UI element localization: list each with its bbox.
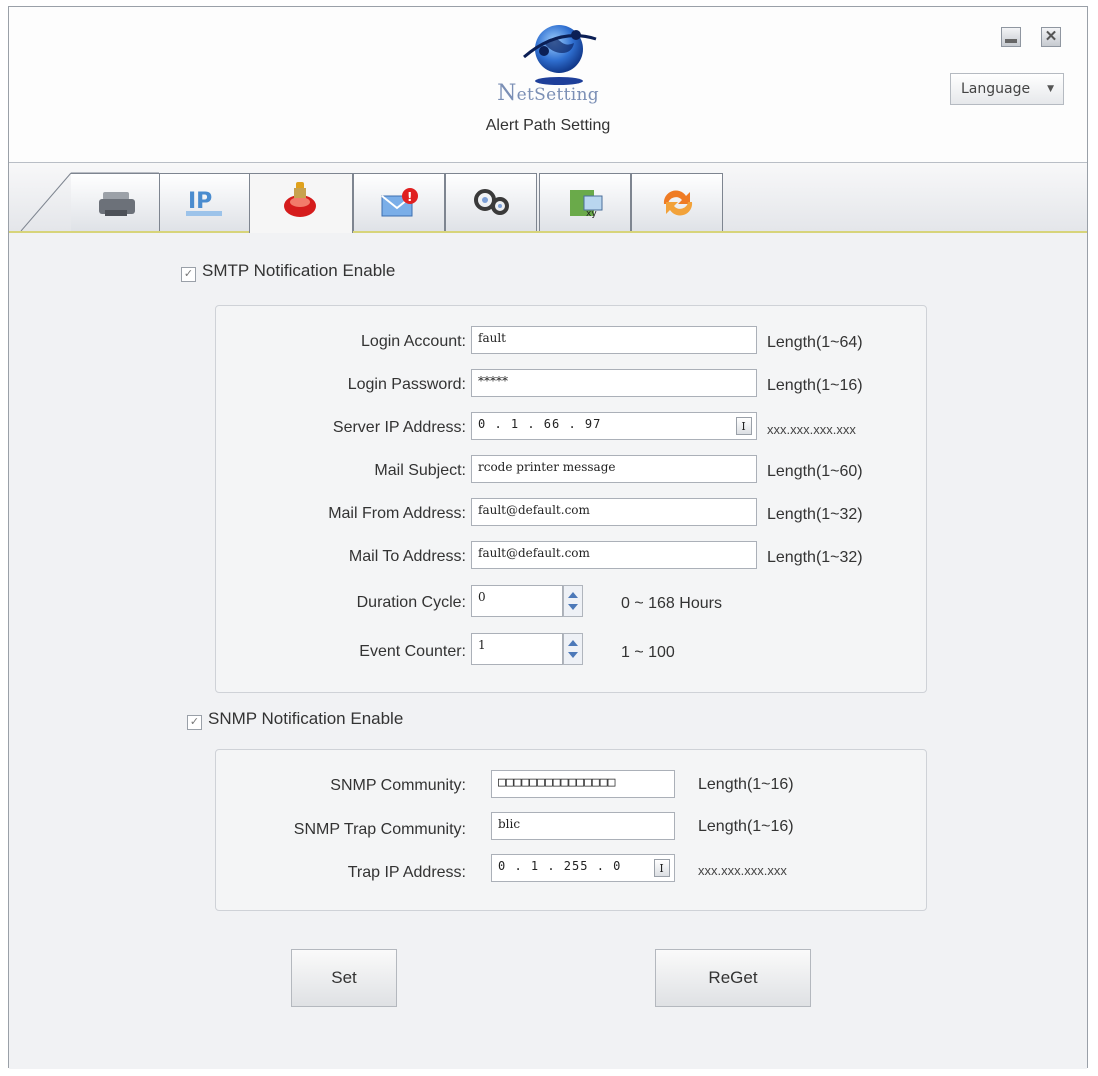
netsetting-logo-icon: [523, 25, 597, 85]
refresh-icon: [663, 190, 693, 216]
tab-mail-alert[interactable]: !: [353, 173, 445, 231]
mail-subject-input[interactable]: rcode printer message: [471, 455, 757, 483]
tab-strip: IP ! xy: [9, 163, 1087, 233]
login-password-label: Login Password:: [347, 376, 466, 393]
login-account-input[interactable]: fault: [471, 326, 757, 354]
mail-subject-row: Mail Subject:: [216, 455, 466, 485]
server-ip-input[interactable]: 0 . 1 . 66 . 97 I: [471, 412, 757, 440]
svg-text:xy: xy: [586, 209, 597, 219]
snmp-enable-row[interactable]: ✓ SNMP Notification Enable: [187, 709, 403, 730]
brand-name: NetSetting: [497, 81, 599, 106]
mail-subject-hint: Length(1~60): [767, 463, 863, 480]
trap-ip-row: Trap IP Address:: [216, 857, 466, 887]
event-counter-row: Event Counter:: [216, 636, 466, 666]
trap-ip-button[interactable]: I: [654, 859, 670, 877]
spinner-down-icon[interactable]: [568, 652, 578, 658]
ip-network-icon: IP: [186, 189, 222, 216]
trap-ip-label: Trap IP Address:: [347, 864, 466, 881]
trap-ip-value: 0 . 1 . 255 . 0: [498, 859, 622, 873]
login-password-input[interactable]: *****: [471, 369, 757, 397]
mail-from-label: Mail From Address:: [328, 505, 466, 522]
tab-xy-settings[interactable]: xy: [539, 173, 631, 231]
duration-cycle-spinner[interactable]: [563, 585, 583, 617]
login-account-hint: Length(1~64): [767, 334, 863, 351]
server-ip-value: 0 . 1 . 66 . 97: [478, 417, 602, 431]
checkmark-icon: ✓: [183, 268, 194, 280]
snmp-trap-community-row: SNMP Trap Community:: [216, 814, 466, 844]
smtp-enable-checkbox[interactable]: ✓: [181, 267, 196, 282]
mail-from-hint: Length(1~32): [767, 506, 863, 523]
app-window: NetSetting Alert Path Setting ✕ Language…: [8, 6, 1088, 1069]
snmp-community-input[interactable]: □□□□□□□□□□□□□□□: [491, 770, 675, 798]
event-counter-hint: 1 ~ 100: [621, 644, 675, 661]
svg-text:IP: IP: [188, 189, 212, 214]
mail-to-label: Mail To Address:: [348, 548, 466, 565]
snmp-trap-community-hint: Length(1~16): [698, 818, 794, 835]
login-password-hint: Length(1~16): [767, 377, 863, 394]
page-subtitle: Alert Path Setting: [485, 117, 611, 134]
snmp-settings-group: SNMP Community: □□□□□□□□□□□□□□□ Length(1…: [215, 749, 927, 911]
login-account-label: Login Account:: [361, 333, 466, 350]
server-ip-button[interactable]: I: [736, 417, 752, 435]
snmp-community-hint: Length(1~16): [698, 776, 794, 793]
alert-bell-icon: [284, 182, 316, 217]
mail-from-row: Mail From Address:: [216, 498, 466, 528]
minimize-button[interactable]: [1001, 27, 1021, 47]
server-ip-label: Server IP Address:: [332, 419, 466, 436]
snmp-community-label: SNMP Community:: [330, 777, 466, 794]
spinner-up-icon[interactable]: [568, 592, 578, 598]
tab-printer[interactable]: [71, 173, 161, 231]
event-counter-label: Event Counter:: [359, 643, 466, 660]
smtp-settings-group: Login Account: fault Length(1~64) Login …: [215, 305, 927, 693]
spinner-down-icon[interactable]: [568, 604, 578, 610]
tab-refresh[interactable]: [631, 173, 723, 231]
duration-cycle-label: Duration Cycle:: [356, 594, 466, 611]
snmp-community-row: SNMP Community:: [216, 770, 466, 800]
alert-settings-panel: ✓ SMTP Notification Enable Login Account:…: [9, 233, 1087, 1069]
header: NetSetting Alert Path Setting ✕ Language…: [9, 7, 1087, 163]
event-counter-input[interactable]: 1: [471, 633, 563, 665]
snmp-enable-label: SNMP Notification Enable: [208, 709, 404, 728]
snmp-trap-community-label: SNMP Trap Community:: [293, 821, 466, 838]
login-account-row: Login Account:: [216, 326, 466, 356]
server-ip-hint: xxx.xxx.xxx.xxx: [767, 422, 856, 437]
mail-subject-label: Mail Subject:: [374, 462, 466, 479]
server-ip-row: Server IP Address:: [216, 412, 466, 442]
mail-to-row: Mail To Address:: [216, 541, 466, 571]
smtp-enable-row[interactable]: ✓ SMTP Notification Enable: [181, 261, 395, 282]
close-icon: ✕: [1044, 28, 1058, 45]
gears-icon: [474, 189, 509, 215]
chevron-down-icon: ▼: [1047, 84, 1054, 94]
spinner-up-icon[interactable]: [568, 640, 578, 646]
event-counter-spinner[interactable]: [563, 633, 583, 665]
mail-alert-icon: !: [381, 188, 418, 217]
mail-from-input[interactable]: fault@default.com: [471, 498, 757, 526]
printer-icon: [99, 192, 135, 216]
trap-ip-input[interactable]: 0 . 1 . 255 . 0 I: [491, 854, 675, 882]
mail-to-hint: Length(1~32): [767, 549, 863, 566]
close-button[interactable]: ✕: [1041, 27, 1061, 47]
smtp-enable-label: SMTP Notification Enable: [202, 261, 396, 280]
duration-cycle-input[interactable]: 0: [471, 585, 563, 617]
checkmark-icon: ✓: [189, 716, 200, 728]
duration-cycle-hint: 0 ~ 168 Hours: [621, 595, 722, 612]
mail-to-input[interactable]: fault@default.com: [471, 541, 757, 569]
duration-cycle-row: Duration Cycle:: [216, 587, 466, 617]
trap-ip-hint: xxx.xxx.xxx.xxx: [698, 863, 787, 878]
tab-gears[interactable]: [445, 173, 537, 231]
language-dropdown[interactable]: Language ▼: [950, 73, 1064, 105]
reget-button[interactable]: ReGet: [655, 949, 811, 1007]
snmp-enable-checkbox[interactable]: ✓: [187, 715, 202, 730]
set-button[interactable]: Set: [291, 949, 397, 1007]
xy-settings-icon: xy: [570, 190, 603, 219]
tab-ip-network[interactable]: IP: [159, 173, 251, 231]
login-password-row: Login Password:: [216, 369, 466, 399]
snmp-trap-community-input[interactable]: blic: [491, 812, 675, 840]
language-label: Language: [961, 81, 1031, 97]
svg-text:!: !: [407, 190, 412, 204]
tab-alert[interactable]: [249, 173, 353, 233]
